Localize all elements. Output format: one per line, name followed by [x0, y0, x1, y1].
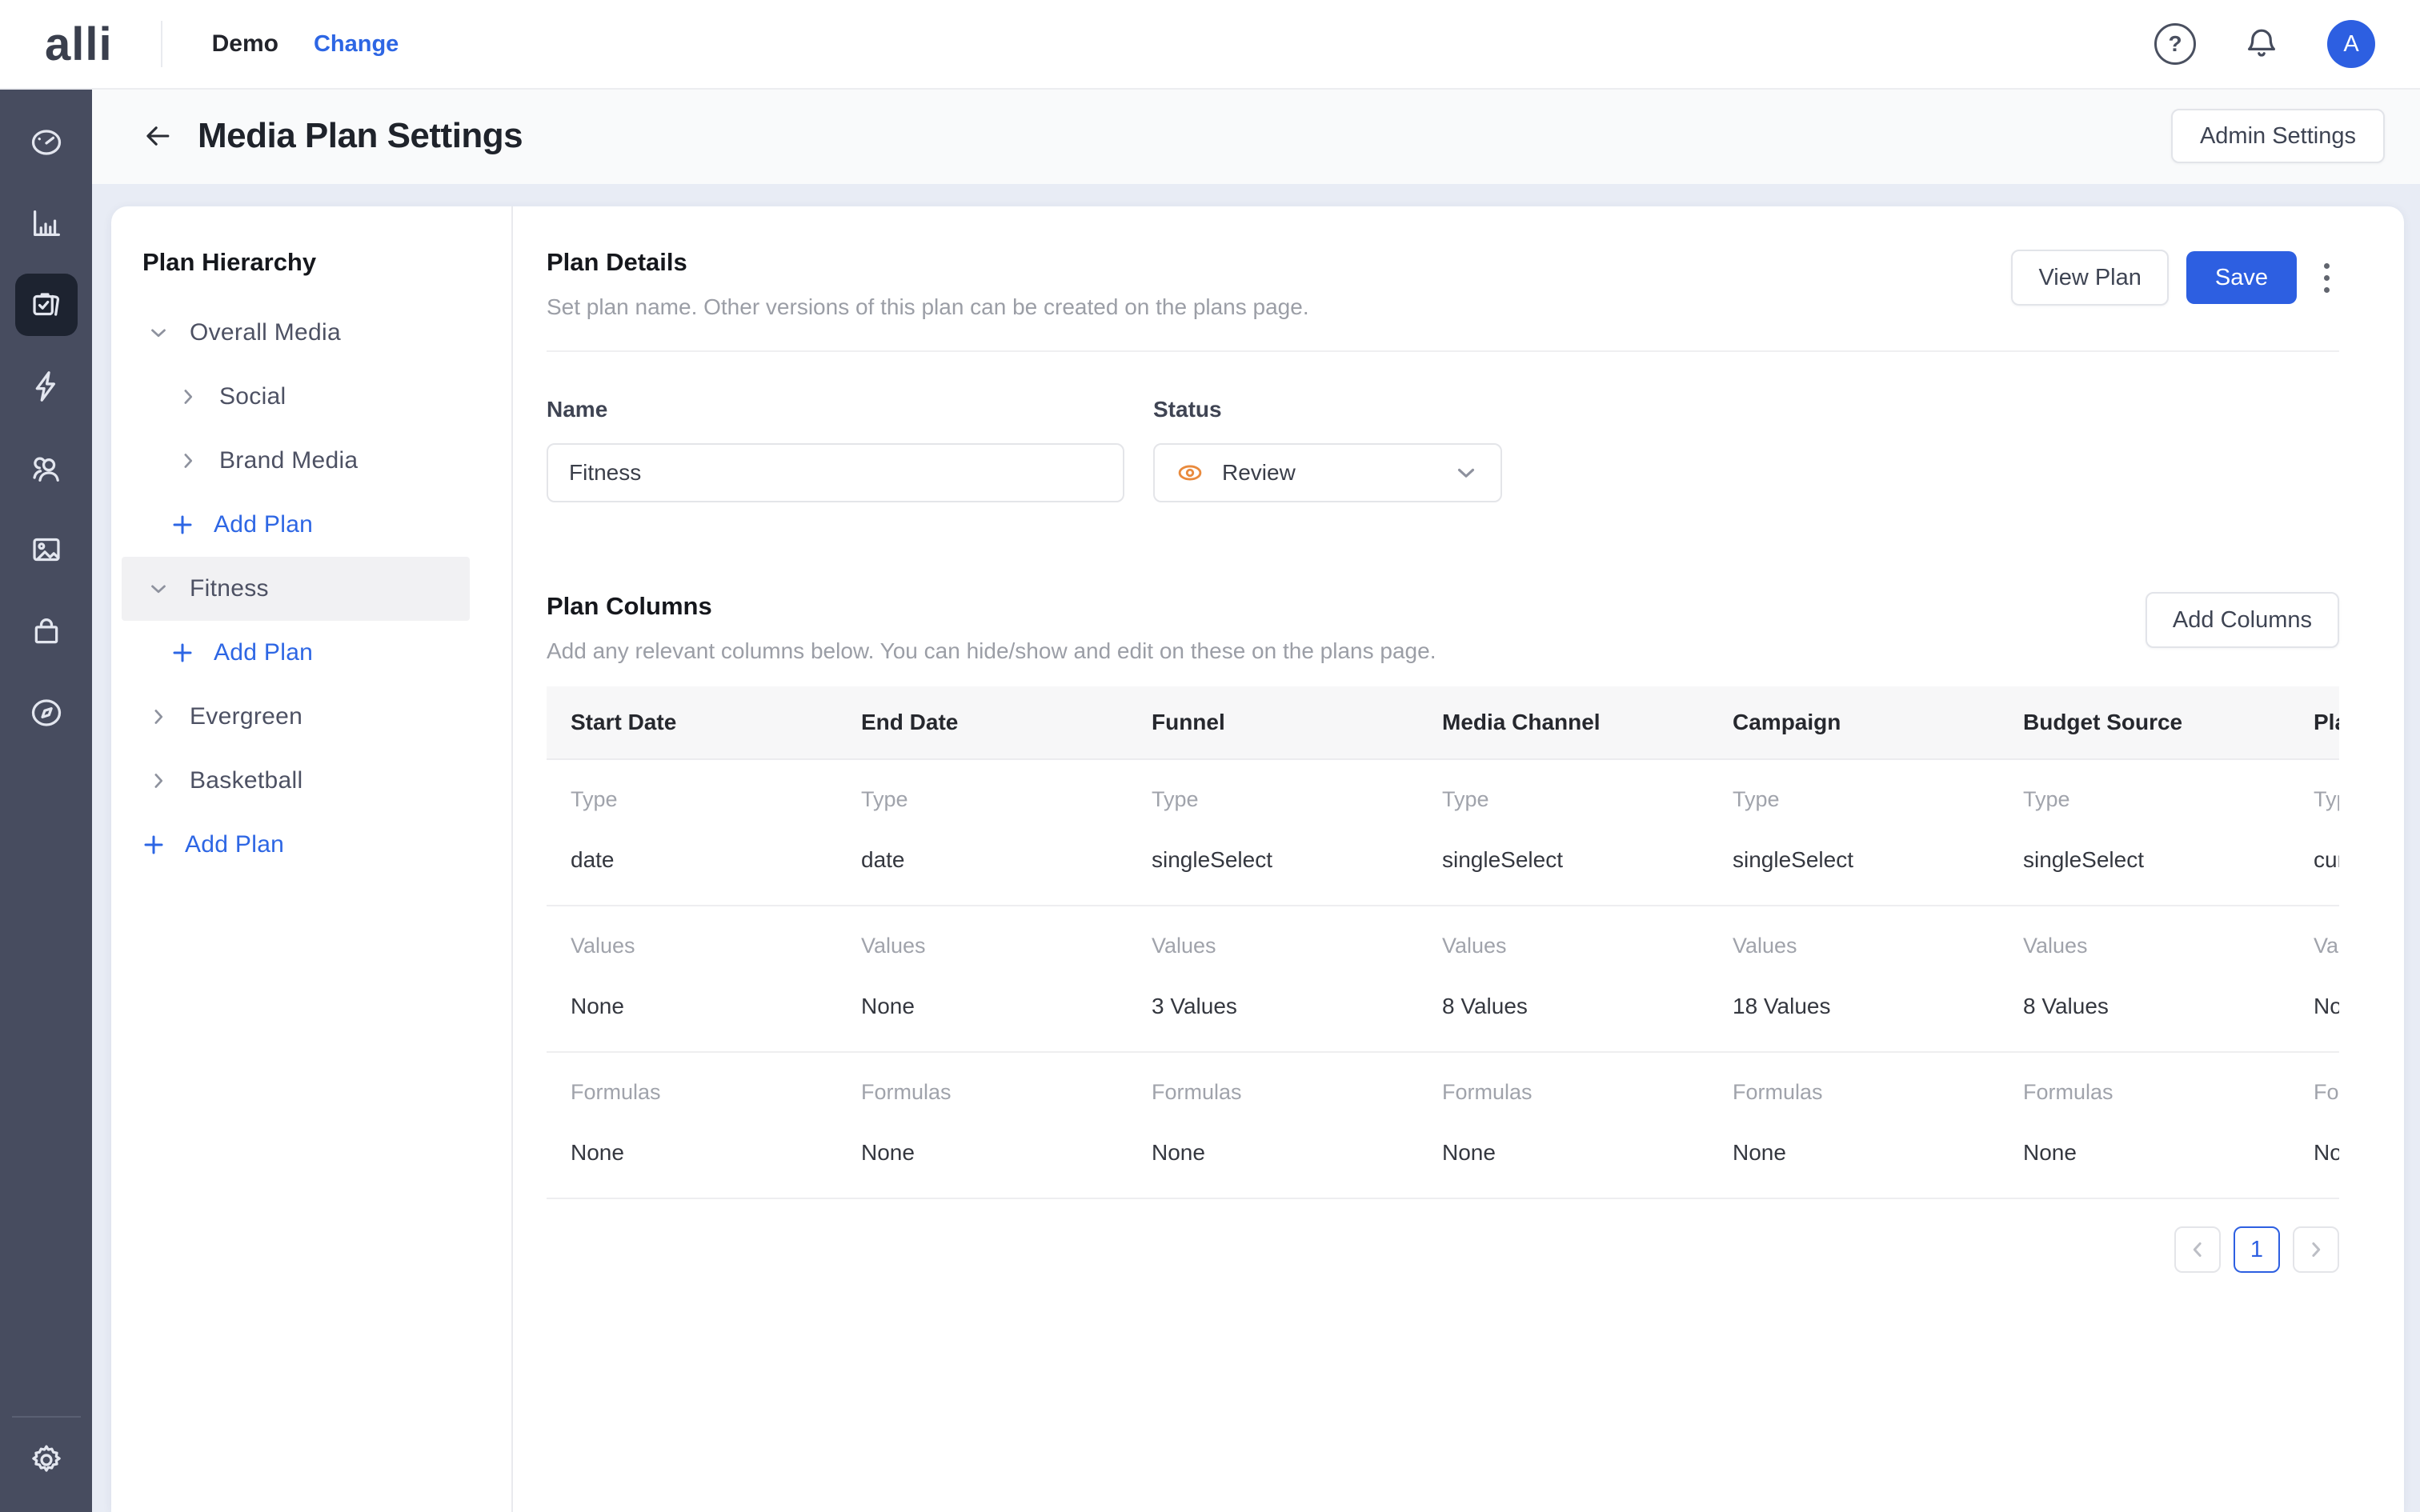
plan-details-subtitle: Set plan name. Other versions of this pl… [547, 294, 1309, 320]
add-plan-button-root[interactable]: Add Plan [111, 813, 511, 877]
column-header: Planned Spend [2290, 710, 2339, 735]
plan-name-input[interactable] [547, 443, 1124, 502]
change-workspace-link[interactable]: Change [314, 31, 399, 58]
tree-item-fitness[interactable]: Fitness [122, 557, 470, 621]
table-header-row: Start Date End Date Funnel Media Channel… [547, 686, 2339, 760]
column-header: Campaign [1709, 710, 1999, 735]
add-plan-button-overall-media[interactable]: Add Plan [111, 493, 511, 557]
plan-hierarchy-title: Plan Hierarchy [142, 248, 511, 277]
pagination-next-icon [2304, 1238, 2328, 1262]
back-arrow-icon[interactable] [140, 118, 175, 154]
chevron-down-icon [1452, 459, 1480, 486]
table-formulas-row: FormulasNone FormulasNone FormulasNone F… [547, 1053, 2339, 1199]
pagination-prev-button[interactable] [2174, 1226, 2221, 1273]
plan-details-title: Plan Details [547, 248, 1309, 277]
sidebar-item-settings[interactable] [15, 1429, 78, 1491]
topbar-divider [161, 21, 162, 67]
add-plan-button-fitness[interactable]: Add Plan [111, 621, 511, 685]
page-title: Media Plan Settings [198, 116, 523, 156]
sidebar-item-analytics[interactable] [15, 192, 78, 254]
chevron-right-icon[interactable] [146, 705, 170, 729]
workspace-name: Demo [212, 30, 278, 58]
plan-columns-table: Start Date End Date Funnel Media Channel… [547, 686, 2339, 1199]
tree-item-social[interactable]: Social [111, 365, 511, 429]
chevron-right-icon[interactable] [146, 769, 170, 793]
media-plans-clipboard-icon [28, 286, 65, 323]
page-header: Media Plan Settings Admin Settings [92, 88, 2420, 184]
avatar[interactable]: A [2327, 20, 2375, 68]
notifications-bell-icon[interactable] [2242, 25, 2281, 63]
view-plan-button[interactable]: View Plan [2011, 250, 2168, 306]
sidebar-item-automations[interactable] [15, 355, 78, 418]
compass-icon [28, 694, 65, 731]
add-columns-button[interactable]: Add Columns [2146, 592, 2339, 648]
tree-item-basketball[interactable]: Basketball [111, 749, 511, 813]
status-value: Review [1222, 460, 1296, 486]
eye-icon [1176, 458, 1204, 487]
lightning-icon [28, 368, 65, 405]
column-header: Start Date [547, 710, 837, 735]
plus-icon [142, 833, 166, 857]
tree-item-evergreen[interactable]: Evergreen [111, 685, 511, 749]
section-divider [547, 350, 2339, 352]
settings-gear-icon [28, 1442, 65, 1478]
column-header: Budget Source [1999, 710, 2290, 735]
chevron-down-icon[interactable] [146, 577, 170, 601]
status-field-group: Status Review [1153, 397, 1502, 502]
chevron-right-icon[interactable] [176, 385, 200, 409]
table-type-row: Typedate Typedate TypesingleSelect Types… [547, 760, 2339, 906]
chevron-down-icon[interactable] [146, 321, 170, 345]
sidebar-item-shop[interactable] [15, 600, 78, 662]
pagination-next-button[interactable] [2293, 1226, 2339, 1273]
users-icon [28, 450, 65, 486]
rail-divider [12, 1416, 81, 1418]
admin-settings-button[interactable]: Admin Settings [2171, 109, 2385, 163]
sidebar-item-discover[interactable] [15, 682, 78, 744]
column-header: Media Channel [1418, 710, 1709, 735]
plan-columns-subtitle: Add any relevant columns below. You can … [547, 638, 1436, 664]
plan-settings-main: Plan Details Set plan name. Other versio… [513, 206, 2404, 1512]
sidebar-item-media-plans[interactable] [15, 274, 78, 336]
tree-item-overall-media[interactable]: Overall Media [111, 301, 511, 365]
chevron-right-icon[interactable] [176, 449, 200, 473]
image-icon [28, 531, 65, 568]
status-select[interactable]: Review [1153, 443, 1502, 502]
plan-hierarchy-panel: Plan Hierarchy Overall Media Social Bran… [111, 206, 513, 1512]
status-label: Status [1153, 397, 1502, 422]
shopping-bag-icon [28, 613, 65, 650]
sidebar-item-creative[interactable] [15, 518, 78, 581]
alli-logo: alli [45, 18, 113, 71]
plus-icon [170, 513, 194, 537]
dashboard-gauge-icon [28, 123, 65, 160]
left-nav-rail [0, 88, 92, 1512]
help-icon[interactable]: ? [2154, 23, 2196, 65]
kebab-menu-icon[interactable] [2314, 255, 2339, 301]
save-button[interactable]: Save [2186, 251, 2297, 304]
top-bar: alli Demo Change ? A [0, 0, 2420, 90]
column-header: End Date [837, 710, 1128, 735]
pagination-page-1[interactable]: 1 [2234, 1226, 2280, 1273]
bar-chart-icon [28, 205, 65, 242]
plus-icon [170, 641, 194, 665]
name-label: Name [547, 397, 1124, 422]
settings-card: Plan Hierarchy Overall Media Social Bran… [111, 206, 2404, 1512]
pagination-prev-icon [2186, 1238, 2210, 1262]
sidebar-item-dashboard[interactable] [15, 110, 78, 173]
table-values-row: ValuesNone ValuesNone Values3 Values Val… [547, 906, 2339, 1053]
sidebar-item-audiences[interactable] [15, 437, 78, 499]
tree-item-brand-media[interactable]: Brand Media [111, 429, 511, 493]
column-header: Funnel [1128, 710, 1418, 735]
plan-columns-title: Plan Columns [547, 592, 1436, 621]
table-pagination: 1 [547, 1226, 2339, 1273]
name-field-group: Name [547, 397, 1124, 502]
